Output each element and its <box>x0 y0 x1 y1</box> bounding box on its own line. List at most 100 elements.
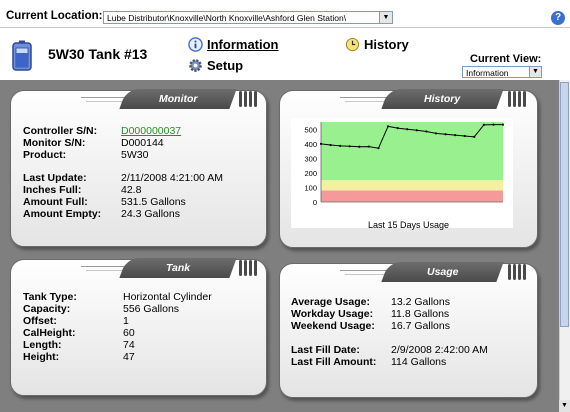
monitor-sn-label: Monitor S/N: <box>23 137 86 149</box>
tank-panel-title: Tank <box>165 262 191 274</box>
monitor-panel: Monitor Controller S/N: D000000037 Monito… <box>10 89 267 247</box>
chart-point <box>463 134 466 138</box>
amount-empty-value: 24.3 Gallons <box>121 208 180 220</box>
chart-point <box>415 129 418 132</box>
monitor-panel-tab: Monitor <box>119 89 237 109</box>
capacity-label: Capacity: <box>23 303 71 315</box>
history-panel-title: History <box>424 93 461 105</box>
history-panel-tab: History <box>381 89 504 109</box>
nav-history-link[interactable]: History <box>345 37 409 52</box>
nav-setup-link[interactable]: Setup <box>188 58 243 73</box>
chart-point <box>358 145 361 148</box>
nav-information-label: Information <box>207 37 279 52</box>
monitor-panel-title: Monitor <box>158 93 198 105</box>
current-view-select[interactable]: Information ▼ <box>462 66 542 78</box>
chart-band-1 <box>321 180 503 191</box>
average-usage-value: 13.2 Gallons <box>391 296 450 308</box>
chart-y-tick-label: 200 <box>304 169 317 178</box>
chart-point <box>386 125 390 128</box>
chart-point <box>319 142 323 145</box>
chevron-down-icon[interactable]: ▼ <box>379 12 392 23</box>
chart-point <box>473 135 476 138</box>
height-value: 47 <box>123 351 135 363</box>
help-icon[interactable]: ? <box>551 11 565 25</box>
history-icon <box>345 37 360 52</box>
chart-point <box>434 132 438 135</box>
chart-point <box>396 127 399 130</box>
scrollbar-thumb[interactable] <box>560 82 569 327</box>
usage-panel: Usage Average Usage: 13.2 Gallons Workday… <box>279 262 538 398</box>
height-label: Height: <box>23 351 60 363</box>
offset-label: Offset: <box>23 315 57 327</box>
chart-point <box>492 123 495 126</box>
chart-point <box>425 130 428 133</box>
length-label: Length: <box>23 339 62 351</box>
workday-usage-label: Workday Usage: <box>291 308 374 320</box>
chart-point <box>329 143 332 147</box>
usage-history-chart-svg: 0 100 200 300 400 500 <box>304 122 505 207</box>
last-fill-amount-label: Last Fill Amount: <box>291 356 377 368</box>
offset-value: 1 <box>123 315 129 327</box>
grip-handle-icon <box>239 90 261 108</box>
amount-empty-label: Amount Empty: <box>23 208 102 220</box>
product-value: 5W30 <box>121 149 149 161</box>
chart-caption: Last 15 Days Usage <box>367 220 450 230</box>
chart-point <box>482 123 485 127</box>
calheight-value: 60 <box>123 327 135 339</box>
amount-full-value: 531.5 Gallons <box>121 196 186 208</box>
chart-point <box>406 128 409 131</box>
amount-full-label: Amount Full: <box>23 196 88 208</box>
calheight-label: CalHeight: <box>23 327 76 339</box>
chevron-down-icon[interactable]: ▼ <box>529 67 541 77</box>
current-view-label: Current View: <box>470 53 542 65</box>
last-fill-amount-value: 114 Gallons <box>391 356 447 368</box>
info-icon <box>188 37 203 52</box>
workday-usage-value: 11.8 Gallons <box>391 308 450 320</box>
average-usage-label: Average Usage: <box>291 296 370 308</box>
controller-sn-link[interactable]: D000000037 <box>121 125 181 137</box>
last-fill-date-label: Last Fill Date: <box>291 344 360 356</box>
nav-information-link[interactable]: Information <box>188 37 279 52</box>
chart-band-2 <box>321 122 503 181</box>
chart-point <box>444 133 447 136</box>
chart-y-tick-label: 300 <box>304 154 317 163</box>
length-value: 74 <box>123 339 135 351</box>
chart-point <box>348 145 351 148</box>
product-label: Product: <box>23 149 67 161</box>
inches-full-label: Inches Full: <box>23 184 82 196</box>
usage-history-chart: 0 100 200 300 400 500 <box>291 118 513 228</box>
scroll-down-arrow[interactable]: ▼ <box>559 400 570 412</box>
chart-point <box>377 147 380 150</box>
last-update-label: Last Update: <box>23 172 87 184</box>
current-location-select[interactable]: Lube Distributor\Knoxville\North Knoxvil… <box>103 11 393 24</box>
history-panel: History 0 100 200 300 400 500 Last 15 Days Us… <box>279 89 538 248</box>
inches-full-value: 42.8 <box>121 184 142 196</box>
current-view-value: Information <box>466 68 509 78</box>
nav-setup-label: Setup <box>207 58 244 73</box>
chart-point <box>454 133 457 137</box>
tank-icon <box>12 40 32 71</box>
chart-y-tick-label: 400 <box>304 140 317 149</box>
last-update-value: 2/11/2008 4:21:00 AM <box>121 172 223 184</box>
grip-handle-icon <box>508 90 530 108</box>
tank-title: 5W30 Tank #13 <box>48 46 148 62</box>
chart-y-tick-label: 500 <box>304 125 317 134</box>
usage-panel-tab: Usage <box>381 262 504 282</box>
chart-point <box>501 123 505 126</box>
current-location-value: Lube Distributor\Knoxville\North Knoxvil… <box>107 13 347 23</box>
gear-icon <box>189 59 202 72</box>
chart-point <box>367 145 370 148</box>
tank-panel-tab: Tank <box>119 258 237 278</box>
capacity-value: 556 Gallons <box>123 303 180 315</box>
current-location-label: Current Location: <box>6 10 103 22</box>
grip-handle-icon <box>239 259 261 277</box>
usage-panel-title: Usage <box>426 266 459 278</box>
tank-type-value: Horizontal Cylinder <box>123 291 212 303</box>
chart-point <box>339 144 342 147</box>
chart-band-0 <box>321 190 503 202</box>
weekend-usage-value: 16.7 Gallons <box>391 320 450 332</box>
last-fill-date-value: 2/9/2008 2:42:00 AM <box>391 344 488 356</box>
chart-y-tick-label: 100 <box>304 183 317 192</box>
nav-history-label: History <box>364 37 409 52</box>
monitor-sn-value: D000144 <box>121 137 164 149</box>
